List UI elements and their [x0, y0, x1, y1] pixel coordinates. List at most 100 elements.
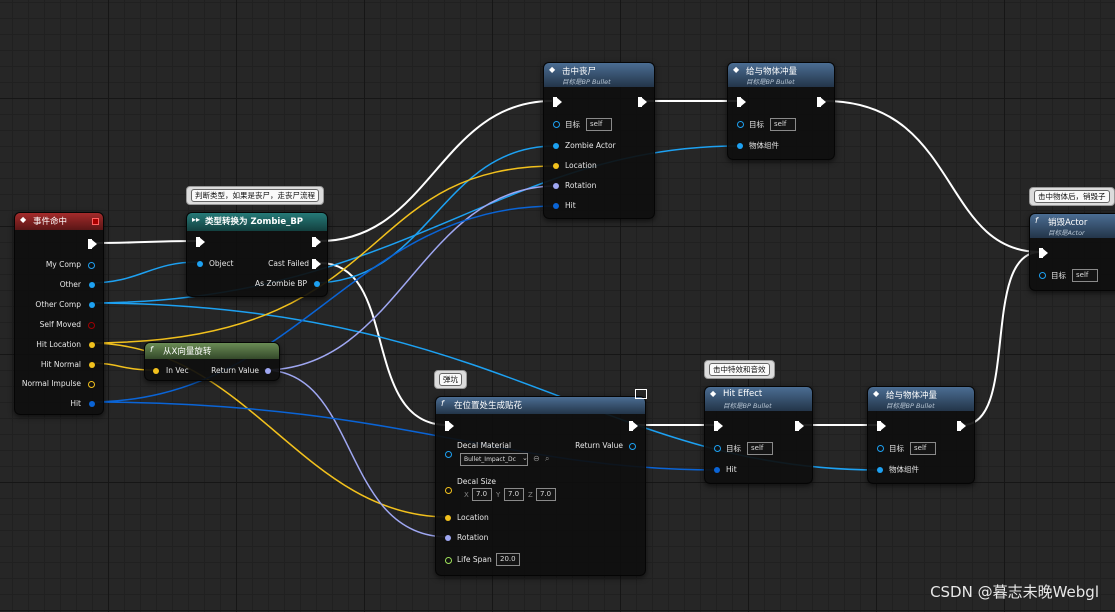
rotate-return-pin[interactable]	[265, 368, 271, 374]
impulse1-sub: 目标是BP Bullet	[746, 78, 795, 86]
hit-zombie-location-pin[interactable]	[553, 163, 559, 169]
hit-effect-target-pin[interactable]	[714, 445, 721, 452]
pin-mycomp[interactable]	[88, 262, 95, 269]
hit-zombie-actor-pin[interactable]	[553, 143, 559, 149]
impulse1-target-pin[interactable]	[737, 121, 744, 128]
rotate-header: f 从X向量旋转	[145, 343, 279, 359]
hit-zombie-location-label: Location	[565, 161, 597, 170]
impulse2-header: ◆ 给与物体冲量 目标是BP Bullet	[868, 387, 974, 411]
event-hit-node[interactable]: ◆ 事件命中 My Comp Other Other Comp Self Mov…	[14, 212, 104, 415]
impulse2-exec-out[interactable]	[957, 421, 966, 431]
destroy-exec-in[interactable]	[1039, 248, 1048, 258]
browse-icon[interactable]: ⊖	[533, 454, 540, 463]
hit-effect-target-field[interactable]: self	[747, 442, 773, 455]
decal-material-select[interactable]: Bullet_Impact_Dc	[460, 453, 528, 466]
destroy-target-field[interactable]: self	[1072, 269, 1098, 282]
dropdown-chevron-icon[interactable]: ⌄	[522, 454, 528, 462]
decal-lifespan-field[interactable]: 20.0	[496, 553, 520, 566]
rotate-title: 从X向量旋转	[163, 347, 212, 357]
cast-object-pin[interactable]	[197, 261, 203, 267]
exec-wire-impulse-destroy	[824, 100, 1041, 253]
decal-return-pin[interactable]	[629, 443, 636, 450]
comment-decal-text: 弹坑	[439, 373, 462, 386]
comment-cast[interactable]: 判断类型，如果是丧尸，走丧尸流程	[186, 186, 324, 205]
hit-effect-node[interactable]: ◆ Hit Effect 目标是BP Bullet 目标 self Hit	[704, 386, 813, 484]
decal-material-pin[interactable]	[445, 451, 452, 458]
decal-location-pin[interactable]	[445, 515, 451, 521]
rotate-from-x-node[interactable]: f 从X向量旋转 In Vec Return Value	[144, 342, 280, 381]
rotator-wire-rot-decal	[263, 369, 449, 538]
impulse2-exec-in[interactable]	[877, 421, 886, 431]
impulse-node-1[interactable]: ◆ 给与物体冲量 目标是BP Bullet 目标 self 物体组件	[727, 62, 835, 160]
pin-hitnormal[interactable]	[89, 362, 95, 368]
comment-hit-effect[interactable]: 击中特效和音效	[704, 360, 775, 379]
decal-location-label: Location	[457, 513, 489, 522]
event-header: ◆ 事件命中	[15, 213, 103, 230]
cast-exec-in[interactable]	[196, 237, 205, 247]
event-exec-out[interactable]	[88, 239, 97, 249]
decal-exec-in[interactable]	[445, 421, 454, 431]
hit-zombie-exec-in[interactable]	[553, 97, 562, 107]
cast-as-zombie-pin[interactable]	[314, 281, 320, 287]
hit-effect-exec-in[interactable]	[714, 421, 723, 431]
hit-zombie-hit-pin[interactable]	[553, 203, 559, 209]
function-diamond-icon: ◆	[549, 65, 556, 74]
impulse2-target-field[interactable]: self	[910, 442, 936, 455]
destroy-actor-node[interactable]: f 销毁Actor 目标是Actor 目标 self	[1029, 213, 1115, 291]
pin-selfmoved[interactable]	[88, 322, 95, 329]
impulse1-target-field[interactable]: self	[770, 118, 796, 131]
decal-rotation-pin[interactable]	[445, 535, 451, 541]
hit-zombie-exec-out[interactable]	[638, 97, 647, 107]
hit-effect-exec-out[interactable]	[795, 421, 804, 431]
decal-size-y[interactable]: 7.0	[504, 488, 524, 501]
impulse2-comp-pin[interactable]	[877, 467, 883, 473]
hit-zombie-sub: 目标是BP Bullet	[562, 78, 611, 86]
impulse1-exec-out[interactable]	[817, 97, 826, 107]
cast-as-zombie-label: As Zombie BP	[255, 279, 307, 288]
impulse1-exec-in[interactable]	[737, 97, 746, 107]
cast-exec-out[interactable]	[312, 237, 321, 247]
pin-label-mycomp: My Comp	[45, 260, 81, 269]
comment-destroy[interactable]: 击中物体后，销毁子	[1029, 187, 1115, 206]
pin-label-hitnormal: Hit Normal	[40, 360, 81, 369]
decal-exec-out[interactable]	[629, 421, 638, 431]
function-f-icon: f	[1035, 216, 1038, 225]
cast-failed-exec[interactable]	[312, 259, 321, 269]
pin-hit[interactable]	[89, 401, 95, 407]
hit-effect-sub: 目标是BP Bullet	[723, 402, 772, 410]
pin-label-othercomp: Other Comp	[35, 300, 81, 309]
decal-size-z[interactable]: 7.0	[536, 488, 556, 501]
hit-effect-hit-label: Hit	[726, 465, 737, 474]
hit-zombie-target-pin[interactable]	[553, 121, 560, 128]
pin-label-other: Other	[59, 280, 81, 289]
impulse1-header: ◆ 给与物体冲量 目标是BP Bullet	[728, 63, 834, 87]
decal-lifespan-pin[interactable]	[445, 557, 452, 564]
delegate-pin-icon[interactable]	[92, 218, 99, 225]
hit-zombie-rotation-pin[interactable]	[553, 183, 559, 189]
impulse1-comp-pin[interactable]	[737, 143, 743, 149]
hit-zombie-hit-label: Hit	[565, 201, 576, 210]
hit-effect-hit-pin[interactable]	[714, 467, 720, 473]
impulse2-comp-label: 物体组件	[889, 465, 919, 474]
decal-size-x[interactable]: 7.0	[472, 488, 492, 501]
pin-other[interactable]	[89, 282, 95, 288]
decal-size-z-label: Z	[528, 491, 533, 499]
comment-cast-text: 判断类型，如果是丧尸，走丧尸流程	[191, 189, 319, 202]
impulse-node-2[interactable]: ◆ 给与物体冲量 目标是BP Bullet 目标 self 物体组件	[867, 386, 975, 484]
pin-normalimpulse[interactable]	[88, 381, 95, 388]
rotate-invec-pin[interactable]	[153, 368, 159, 374]
exec-wire-cast-zombie	[319, 100, 553, 242]
cast-node[interactable]: ▸▸ 类型转换为 Zombie_BP Object Cast Failed As…	[186, 212, 328, 297]
search-icon[interactable]: ⌕	[545, 454, 549, 464]
hit-zombie-node[interactable]: ◆ 击中丧尸 目标是BP Bullet 目标 self Zombie Actor…	[543, 62, 655, 219]
decal-header: f 在位置处生成贴花	[436, 397, 645, 414]
decal-size-x-label: X	[464, 491, 469, 499]
comment-decal[interactable]: 弹坑	[434, 370, 467, 389]
pin-othercomp[interactable]	[89, 302, 95, 308]
pin-hitlocation[interactable]	[89, 342, 95, 348]
destroy-target-pin[interactable]	[1039, 272, 1046, 279]
hit-zombie-target-field[interactable]: self	[586, 118, 612, 131]
spawn-decal-node[interactable]: f 在位置处生成贴花 Decal Material Bullet_Impact_…	[435, 389, 647, 576]
impulse2-target-pin[interactable]	[877, 445, 884, 452]
decal-size-pin[interactable]	[445, 487, 452, 494]
